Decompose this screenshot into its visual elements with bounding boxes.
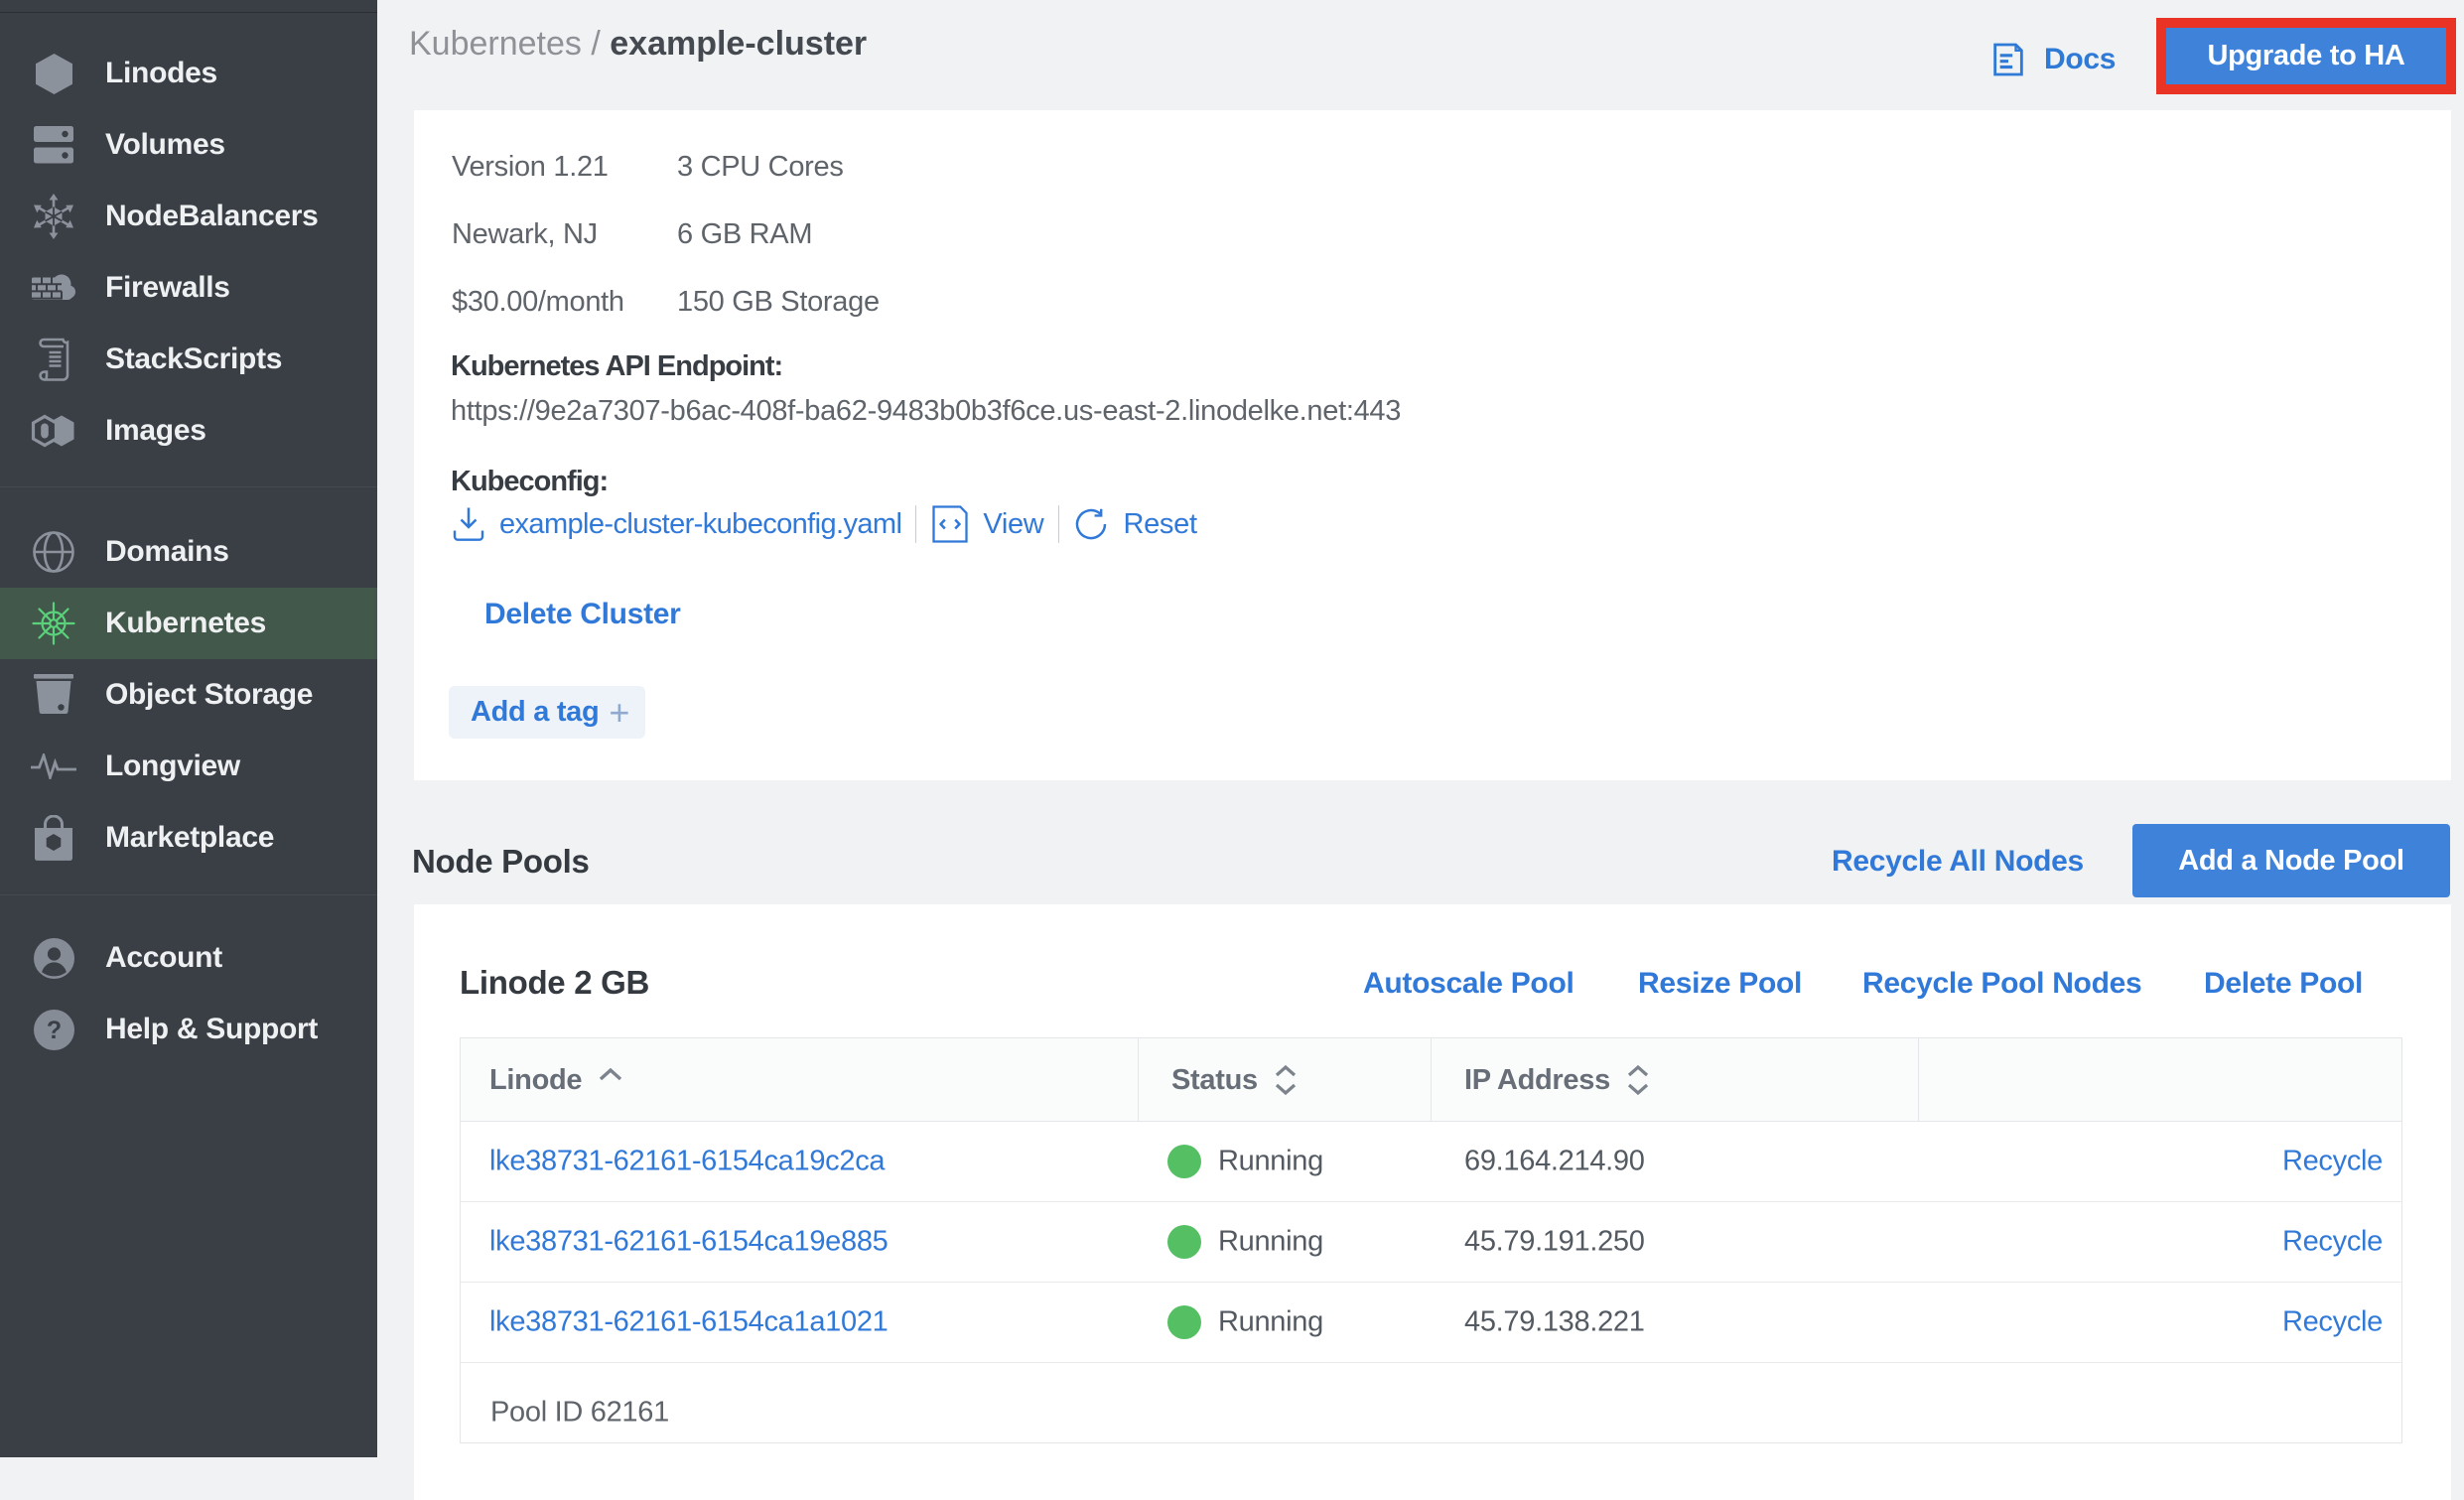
svg-text:?: ?	[46, 1017, 61, 1044]
